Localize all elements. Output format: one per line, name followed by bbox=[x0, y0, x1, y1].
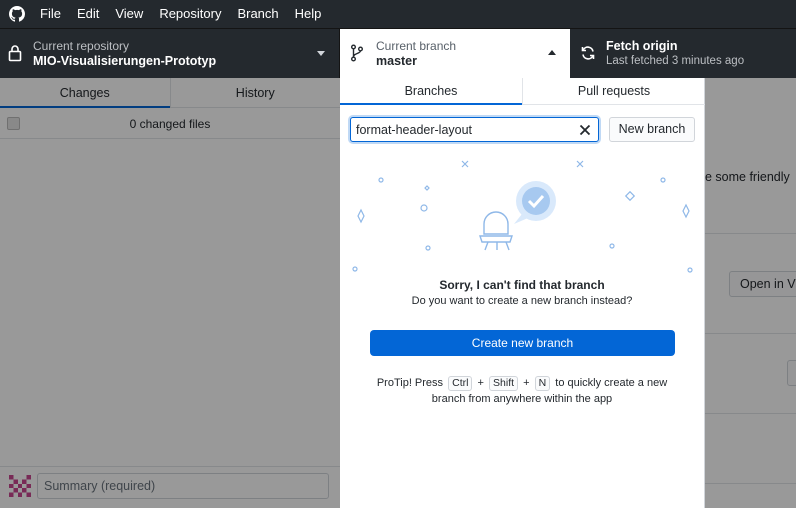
empty-state-illustration-icon bbox=[352, 160, 693, 273]
plus-sign: + bbox=[523, 377, 530, 389]
close-icon[interactable] bbox=[578, 123, 592, 137]
key-shift: Shift bbox=[489, 376, 519, 391]
menu-view[interactable]: View bbox=[107, 0, 151, 28]
branch-icon bbox=[351, 44, 363, 62]
key-ctrl: Ctrl bbox=[448, 376, 473, 391]
repository-name: MIO-Visualisierungen-Prototyp bbox=[33, 54, 217, 68]
fetch-title: Fetch origin bbox=[606, 39, 678, 53]
empty-state-title: Sorry, I can't find that branch bbox=[439, 278, 605, 292]
menu-bar: File Edit View Repository Branch Help bbox=[0, 0, 796, 28]
fetch-origin-button[interactable]: Fetch origin Last fetched 3 minutes ago bbox=[570, 29, 796, 78]
current-repository-button[interactable]: Current repository MIO-Visualisierungen-… bbox=[0, 29, 340, 78]
branch-name: master bbox=[376, 54, 417, 68]
chevron-down-icon bbox=[317, 51, 325, 56]
menu-branch[interactable]: Branch bbox=[229, 0, 286, 28]
branch-filter bbox=[350, 117, 599, 142]
current-branch-button[interactable]: Current branch master bbox=[340, 29, 570, 78]
tab-branches[interactable]: Branches bbox=[340, 78, 522, 105]
menu-file[interactable]: File bbox=[32, 0, 69, 28]
branch-dropdown: Branches Pull requests New branch bbox=[340, 78, 705, 508]
toolbar: Current repository MIO-Visualisierungen-… bbox=[0, 28, 796, 78]
new-branch-button[interactable]: New branch bbox=[609, 117, 695, 142]
branch-tabs: Branches Pull requests bbox=[340, 78, 705, 105]
menu-repository[interactable]: Repository bbox=[151, 0, 229, 28]
key-n: N bbox=[534, 376, 551, 391]
tab-pull-requests[interactable]: Pull requests bbox=[522, 78, 705, 104]
sync-icon bbox=[581, 46, 595, 60]
protip: ProTip! Press Ctrl + Shift + N to quickl… bbox=[360, 375, 684, 407]
branch-filter-input[interactable] bbox=[356, 121, 571, 139]
menu-help[interactable]: Help bbox=[287, 0, 330, 28]
branch-label: Current branch bbox=[376, 39, 457, 53]
lock-icon bbox=[8, 45, 22, 62]
empty-state-subtitle: Do you want to create a new branch inste… bbox=[411, 295, 633, 307]
protip-prefix: ProTip! Press bbox=[376, 377, 444, 389]
menu-edit[interactable]: Edit bbox=[69, 0, 107, 28]
github-logo-icon bbox=[2, 0, 32, 28]
create-new-branch-button[interactable]: Create new branch bbox=[370, 330, 675, 356]
plus-sign: + bbox=[477, 377, 484, 389]
fetch-status: Last fetched 3 minutes ago bbox=[606, 55, 745, 67]
chevron-up-icon bbox=[548, 50, 556, 55]
repository-label: Current repository bbox=[33, 39, 130, 53]
